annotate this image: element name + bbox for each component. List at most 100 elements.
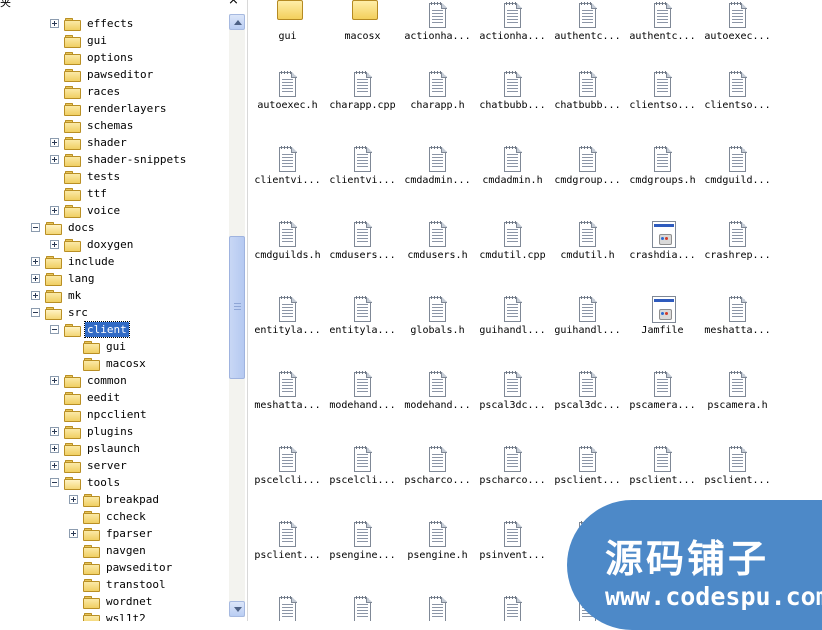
- file-item[interactable]: pscelcli...: [325, 442, 400, 502]
- file-item[interactable]: psclient...: [700, 442, 775, 502]
- expand-plus-icon[interactable]: [50, 444, 59, 453]
- file-item[interactable]: psclient...: [250, 517, 325, 577]
- scroll-up-button[interactable]: [229, 14, 245, 30]
- expand-plus-icon[interactable]: [50, 240, 59, 249]
- file-item[interactable]: cmdutil.cpp: [475, 217, 550, 277]
- file-item[interactable]: psengine...: [325, 517, 400, 577]
- file-item[interactable]: clientvi...: [250, 142, 325, 202]
- file-item[interactable]: [475, 592, 550, 621]
- tree-item-client[interactable]: client: [50, 321, 130, 338]
- tree-item-wsl1t2[interactable]: wsl1t2: [69, 610, 148, 621]
- file-item[interactable]: charapp.h: [400, 67, 475, 127]
- tree-item-shader[interactable]: shader: [50, 134, 129, 151]
- file-item[interactable]: crashrep...: [700, 217, 775, 277]
- expand-plus-icon[interactable]: [50, 19, 59, 28]
- collapse-minus-icon[interactable]: [50, 478, 59, 487]
- file-item[interactable]: pscharco...: [475, 442, 550, 502]
- expand-plus-icon[interactable]: [31, 257, 40, 266]
- file-item[interactable]: pscamera.h: [700, 367, 775, 427]
- file-item[interactable]: crashdia...: [625, 217, 700, 277]
- scrollbar-thumb[interactable]: [229, 236, 245, 379]
- tree-item-macosx[interactable]: macosx: [69, 355, 148, 372]
- file-item[interactable]: entityla...: [250, 292, 325, 352]
- file-item[interactable]: cmdadmin...: [400, 142, 475, 202]
- collapse-minus-icon[interactable]: [50, 325, 59, 334]
- tree-item-include[interactable]: include: [31, 253, 116, 270]
- file-item[interactable]: modehand...: [325, 367, 400, 427]
- file-item[interactable]: cmdadmin.h: [475, 142, 550, 202]
- file-item[interactable]: cmdguild...: [700, 142, 775, 202]
- close-icon[interactable]: ×: [228, 0, 239, 8]
- tree-item-mk[interactable]: mk: [31, 287, 83, 304]
- file-item[interactable]: globals.h: [400, 292, 475, 352]
- tree-item-schemas[interactable]: schemas: [50, 117, 135, 134]
- tree-item-navgen[interactable]: navgen: [69, 542, 148, 559]
- expand-plus-icon[interactable]: [50, 461, 59, 470]
- file-item[interactable]: [400, 592, 475, 621]
- file-item[interactable]: modehand...: [400, 367, 475, 427]
- tree-item-common[interactable]: common: [50, 372, 129, 389]
- expand-plus-icon[interactable]: [50, 138, 59, 147]
- tree-item-pawseditor[interactable]: pawseditor: [50, 66, 155, 83]
- file-item[interactable]: guihandl...: [550, 292, 625, 352]
- tree-item-ccheck[interactable]: ccheck: [69, 508, 148, 525]
- file-item[interactable]: cmdgroups.h: [625, 142, 700, 202]
- tree-item-gui[interactable]: gui: [50, 32, 109, 49]
- tree-item-lang[interactable]: lang: [31, 270, 97, 287]
- file-item[interactable]: authentc...: [625, 0, 700, 58]
- tree-item-renderlayers[interactable]: renderlayers: [50, 100, 168, 117]
- tree-item-gui[interactable]: gui: [69, 338, 128, 355]
- tree-item-ttf[interactable]: ttf: [50, 185, 109, 202]
- tree-item-races[interactable]: races: [50, 83, 122, 100]
- file-item[interactable]: authentc...: [550, 0, 625, 58]
- file-item[interactable]: pscal3dc...: [475, 367, 550, 427]
- expand-plus-icon[interactable]: [31, 274, 40, 283]
- file-item[interactable]: cmdusers.h: [400, 217, 475, 277]
- tree-item-transtool[interactable]: transtool: [69, 576, 168, 593]
- file-item[interactable]: autoexec...: [700, 0, 775, 58]
- folder-item[interactable]: gui: [250, 0, 325, 58]
- expand-plus-icon[interactable]: [50, 427, 59, 436]
- collapse-minus-icon[interactable]: [31, 223, 40, 232]
- file-item[interactable]: psclient...: [625, 442, 700, 502]
- file-item[interactable]: meshatta...: [250, 367, 325, 427]
- scroll-down-button[interactable]: [229, 601, 245, 617]
- file-item[interactable]: pscamera...: [625, 367, 700, 427]
- file-item[interactable]: cmdguilds.h: [250, 217, 325, 277]
- file-item[interactable]: [325, 592, 400, 621]
- tree-item-npcclient[interactable]: npcclient: [50, 406, 149, 423]
- file-item[interactable]: autoexec.h: [250, 67, 325, 127]
- collapse-minus-icon[interactable]: [31, 308, 40, 317]
- tree-item-options[interactable]: options: [50, 49, 135, 66]
- expand-plus-icon[interactable]: [50, 155, 59, 164]
- tree-item-fparser[interactable]: fparser: [69, 525, 154, 542]
- folder-item[interactable]: macosx: [325, 0, 400, 58]
- expand-plus-icon[interactable]: [69, 529, 78, 538]
- tree-item-doxygen[interactable]: doxygen: [50, 236, 135, 253]
- tree-item-effects[interactable]: effects: [50, 15, 135, 32]
- file-item[interactable]: meshatta...: [700, 292, 775, 352]
- tree-item-tests[interactable]: tests: [50, 168, 122, 185]
- tree-item-voice[interactable]: voice: [50, 202, 122, 219]
- file-item[interactable]: pscharco...: [400, 442, 475, 502]
- file-item[interactable]: charapp.cpp: [325, 67, 400, 127]
- file-item[interactable]: psinvent...: [475, 517, 550, 577]
- file-item[interactable]: pscelcli...: [250, 442, 325, 502]
- file-item[interactable]: clientso...: [700, 67, 775, 127]
- file-item[interactable]: psengine.h: [400, 517, 475, 577]
- tree-item-breakpad[interactable]: breakpad: [69, 491, 161, 508]
- file-item[interactable]: actionha...: [400, 0, 475, 58]
- file-item[interactable]: guihandl...: [475, 292, 550, 352]
- file-item[interactable]: psclient...: [550, 442, 625, 502]
- tree-item-pawseditor[interactable]: pawseditor: [69, 559, 174, 576]
- tree-item-docs[interactable]: docs: [31, 219, 97, 236]
- tree-item-server[interactable]: server: [50, 457, 129, 474]
- tree-item-shader-snippets[interactable]: shader-snippets: [50, 151, 188, 168]
- expand-plus-icon[interactable]: [69, 495, 78, 504]
- tree-item-eedit[interactable]: eedit: [50, 389, 122, 406]
- tree-item-plugins[interactable]: plugins: [50, 423, 135, 440]
- tree-item-pslaunch[interactable]: pslaunch: [50, 440, 142, 457]
- expand-plus-icon[interactable]: [31, 291, 40, 300]
- file-item[interactable]: cmdusers...: [325, 217, 400, 277]
- file-item[interactable]: clientso...: [625, 67, 700, 127]
